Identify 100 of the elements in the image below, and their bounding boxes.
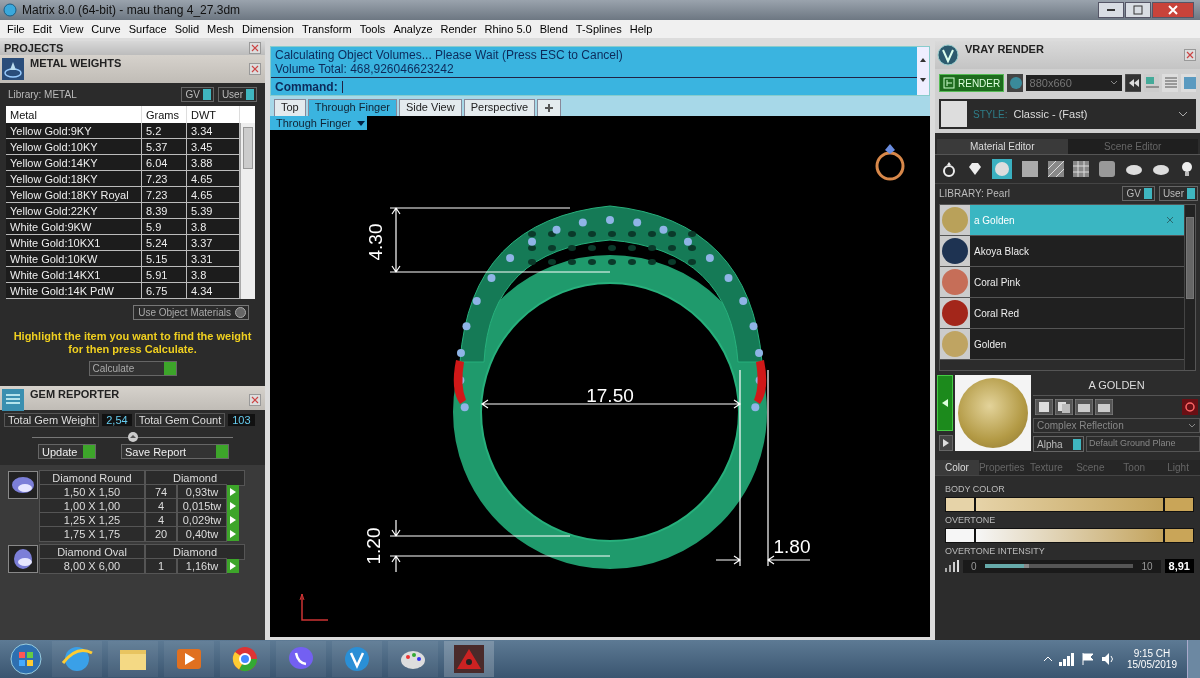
menu-item[interactable]: Transform: [297, 23, 356, 35]
sphere-icon[interactable]: [992, 159, 1013, 179]
update-button[interactable]: Update: [38, 444, 97, 460]
render-button[interactable]: RENDER: [939, 74, 1005, 92]
menu-item[interactable]: Surface: [124, 23, 171, 35]
gem-icon[interactable]: [966, 161, 983, 177]
clock-time[interactable]: 9:15 CH: [1133, 648, 1171, 659]
grid-icon[interactable]: [1073, 161, 1090, 177]
ground-plane-dropdown[interactable]: Default Ground Plane: [1086, 436, 1200, 452]
toggle-switch[interactable]: User: [1158, 186, 1198, 201]
menu-item[interactable]: Blend: [535, 23, 572, 35]
menu-item[interactable]: File: [3, 23, 29, 35]
overtone-gradient[interactable]: [945, 528, 1194, 543]
flag-icon[interactable]: [1080, 652, 1095, 666]
view-tab[interactable]: Top: [274, 99, 306, 116]
section-title: GEM REPORTER: [30, 387, 121, 401]
play-icon[interactable]: [164, 641, 214, 677]
menu-item[interactable]: View: [55, 23, 88, 35]
use-object-materials-toggle[interactable]: Use Object Materials: [133, 305, 249, 320]
close-icon[interactable]: [249, 63, 261, 75]
square-gradient-icon[interactable]: [1021, 161, 1038, 177]
alpha-toggle[interactable]: Alpha: [1033, 436, 1084, 452]
menu-item[interactable]: Tools: [355, 23, 390, 35]
toggle-switch[interactable]: GV: [181, 87, 214, 102]
table-row[interactable]: White Gold:10KW 5.15 3.31: [6, 251, 240, 267]
view-tab[interactable]: Side View: [398, 99, 462, 116]
globe-icon[interactable]: [52, 641, 102, 677]
close-icon[interactable]: [1166, 216, 1174, 224]
view-dropdown[interactable]: Through Finger: [270, 116, 368, 130]
scrollbar[interactable]: [1184, 205, 1195, 370]
folder-icon[interactable]: [108, 641, 158, 677]
v-logo-icon[interactable]: [332, 641, 382, 677]
close-button[interactable]: [1152, 2, 1194, 18]
expand-button[interactable]: [939, 435, 953, 451]
light-bulb-icon[interactable]: [1179, 161, 1194, 177]
collapse-button[interactable]: [937, 375, 953, 431]
table-row[interactable]: Yellow Gold:22KY 8.39 5.39: [6, 203, 240, 219]
table-row[interactable]: White Gold:10KX1 5.24 3.37: [6, 235, 240, 251]
view-tab[interactable]: Perspective: [463, 99, 536, 116]
body-color-gradient[interactable]: [945, 497, 1194, 512]
clock-date[interactable]: 15/05/2019: [1126, 659, 1177, 670]
menu-item[interactable]: Curve: [87, 23, 125, 35]
menu-item[interactable]: Solid: [170, 23, 204, 35]
view-tab[interactable]: Through Finger: [307, 99, 397, 116]
collapse-handle-icon[interactable]: [126, 431, 139, 444]
save-report-button[interactable]: Save Report: [121, 444, 229, 460]
intensity-slider[interactable]: [984, 564, 1134, 568]
menu-item[interactable]: Dimension: [238, 23, 298, 35]
phone-bubble-icon[interactable]: [276, 641, 326, 677]
style-dropdown[interactable]: STYLE: Classic - (Fast): [935, 95, 1200, 133]
table-row[interactable]: Yellow Gold:18KY Royal 7.23 4.65: [6, 187, 240, 203]
toggle-switch[interactable]: User: [217, 87, 257, 102]
hatched-square-icon[interactable]: [1047, 161, 1064, 177]
select-gems-button[interactable]: [227, 559, 239, 574]
save-all-icon[interactable]: [1055, 399, 1073, 415]
material-item[interactable]: Coral Pink: [940, 267, 1184, 298]
table-row[interactable]: White Gold:14K PdW 6.75 4.34: [6, 283, 240, 299]
close-icon[interactable]: [1184, 49, 1196, 61]
material-name: A GOLDEN: [1033, 375, 1200, 396]
table-row[interactable]: Yellow Gold:9KY 5.2 3.34: [6, 123, 240, 139]
add-tab-button[interactable]: [537, 99, 562, 116]
menu-item[interactable]: Mesh: [203, 23, 238, 35]
maximize-button[interactable]: [1125, 2, 1151, 18]
menu-item[interactable]: T-Splines: [571, 23, 626, 35]
folder-add-icon[interactable]: [1095, 399, 1113, 415]
property-tab[interactable]: Color: [935, 460, 979, 475]
triangle-logo-icon[interactable]: [444, 641, 494, 677]
paint-palette-icon[interactable]: [388, 641, 438, 677]
select-gems-button[interactable]: [227, 527, 239, 542]
ring-icon[interactable]: [941, 161, 957, 177]
resolution-dropdown[interactable]: 880x660: [1025, 75, 1123, 91]
menu-item[interactable]: Help: [625, 23, 657, 35]
table-row[interactable]: White Gold:14KX1 5.91 3.8: [6, 267, 240, 283]
left-arrow-icon: [942, 399, 948, 407]
save-icon[interactable]: [1035, 399, 1053, 415]
table-row[interactable]: Yellow Gold:14KY 6.04 3.88: [6, 155, 240, 171]
editor-tab[interactable]: Material Editor: [937, 139, 1068, 154]
minimize-button[interactable]: [1098, 2, 1124, 18]
refresh-icon[interactable]: [1182, 399, 1198, 415]
menu-item[interactable]: Rhino 5.0: [480, 23, 536, 35]
menu-item[interactable]: Analyze: [389, 23, 437, 35]
calculate-button[interactable]: Calculate: [88, 361, 177, 377]
browser-icon[interactable]: [220, 641, 270, 677]
material-item[interactable]: Coral Red: [940, 298, 1184, 329]
table-row[interactable]: White Gold:9KW 5.9 3.8: [6, 219, 240, 235]
scrollbar[interactable]: [240, 123, 255, 299]
menu-item[interactable]: Edit: [28, 23, 56, 35]
table-row[interactable]: Yellow Gold:18KY 7.23 4.65: [6, 171, 240, 187]
close-icon[interactable]: [249, 394, 261, 407]
folder-add-icon[interactable]: [1075, 399, 1093, 415]
reflection-dropdown[interactable]: Complex Reflection: [1033, 418, 1200, 433]
scrollbar[interactable]: [917, 47, 929, 95]
material-item[interactable]: Akoya Black: [940, 236, 1184, 267]
table-row[interactable]: Yellow Gold:10KY 5.37 3.45: [6, 139, 240, 155]
rewind-icon[interactable]: [1125, 74, 1141, 92]
menu-item[interactable]: Render: [436, 23, 481, 35]
material-item[interactable]: Golden: [940, 329, 1184, 360]
toggle-switch[interactable]: GV: [1122, 186, 1155, 201]
close-icon[interactable]: [249, 42, 261, 54]
command-input[interactable]: Command:: [271, 78, 917, 95]
